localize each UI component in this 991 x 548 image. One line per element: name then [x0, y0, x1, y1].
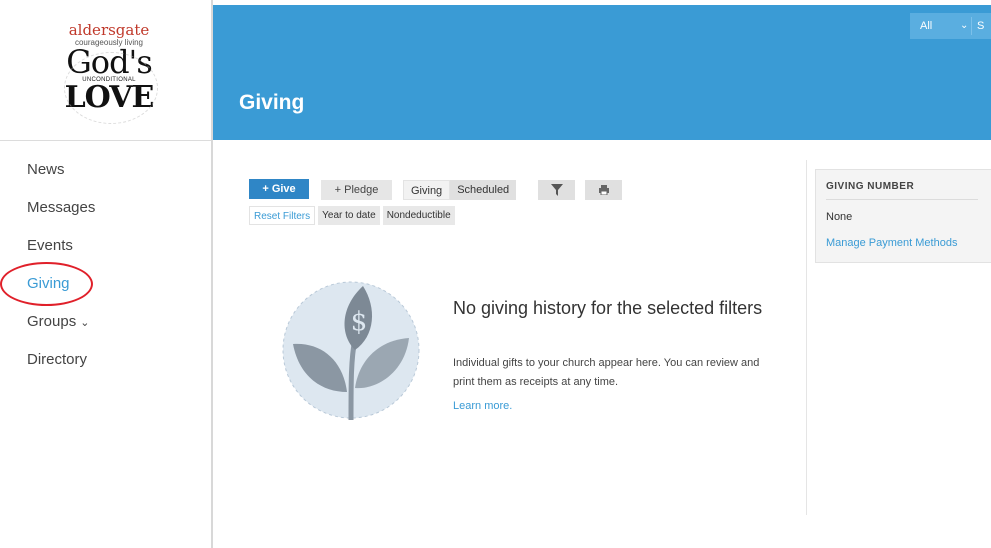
giving-number-value: None [826, 211, 853, 223]
give-button[interactable]: + Give [249, 179, 309, 199]
campus-select[interactable]: All ⌄ S [910, 13, 991, 39]
plus-icon: + [334, 184, 345, 196]
sidebar-item-directory[interactable]: Directory [27, 350, 95, 388]
panel-title: GIVING NUMBER [826, 181, 915, 192]
filter-chip-year-to-date[interactable]: Year to date [318, 206, 380, 225]
sidebar-nav: News Messages Events Giving Groups ⌄ Dire… [0, 160, 95, 388]
logo-swirl [64, 52, 158, 124]
sidebar-divider [0, 140, 211, 141]
empty-state-text: Individual gifts to your church appear h… [453, 357, 760, 388]
church-logo[interactable]: aldersgate courageously living God's UNC… [54, 22, 164, 126]
giving-tabs: Giving Scheduled [403, 180, 517, 200]
print-button[interactable] [585, 180, 622, 200]
chevron-down-icon: ⌄ [80, 317, 90, 329]
sidebar-item-groups[interactable]: Groups ⌄ [27, 312, 95, 350]
pledge-button[interactable]: + Pledge [321, 180, 392, 200]
select-value: All [920, 20, 933, 32]
giving-number-panel: GIVING NUMBER None Manage Payment Method… [815, 169, 991, 263]
sidebar-item-messages[interactable]: Messages [27, 198, 95, 236]
logo-line-1: aldersgate [68, 21, 150, 39]
give-button-label: Give [271, 183, 296, 195]
sidebar-item-label: News [27, 161, 65, 178]
svg-text:$: $ [351, 307, 368, 337]
filter-icon [550, 184, 563, 196]
panel-divider [826, 199, 978, 200]
page-title: Giving [239, 91, 305, 114]
select-divider [971, 17, 972, 35]
page-header: Giving All ⌄ S [213, 5, 991, 140]
select-next: S [977, 20, 985, 32]
sidebar-item-label: Events [27, 237, 73, 254]
filter-button[interactable] [538, 180, 575, 200]
reset-filters-button[interactable]: Reset Filters [249, 206, 316, 225]
plant-dollar-illustration: $ [282, 281, 420, 420]
highlight-circle [0, 262, 93, 306]
manage-payment-methods-link[interactable]: Manage Payment Methods [826, 237, 957, 249]
sidebar: aldersgate courageously living God's UNC… [0, 0, 211, 548]
sidebar-item-news[interactable]: News [27, 160, 95, 198]
content-divider [806, 160, 807, 515]
empty-state-title: No giving history for the selected filte… [453, 298, 763, 318]
active-filters: Reset Filters Year to date Nondeductible [249, 206, 455, 225]
filter-chip-nondeductible[interactable]: Nondeductible [382, 206, 455, 225]
tab-scheduled[interactable]: Scheduled [450, 180, 517, 200]
sidebar-item-label: Directory [27, 351, 88, 368]
pledge-button-label: Pledge [344, 184, 379, 196]
sidebar-item-label: Messages [27, 199, 96, 216]
sidebar-item-giving[interactable]: Giving [0, 262, 95, 312]
learn-more-link[interactable]: Learn more. [453, 400, 512, 412]
print-icon [598, 185, 609, 196]
plus-icon: + [262, 183, 272, 195]
tab-giving[interactable]: Giving [403, 180, 451, 200]
sidebar-item-label: Groups [27, 313, 77, 330]
chevron-down-icon: ⌄ [960, 20, 969, 31]
